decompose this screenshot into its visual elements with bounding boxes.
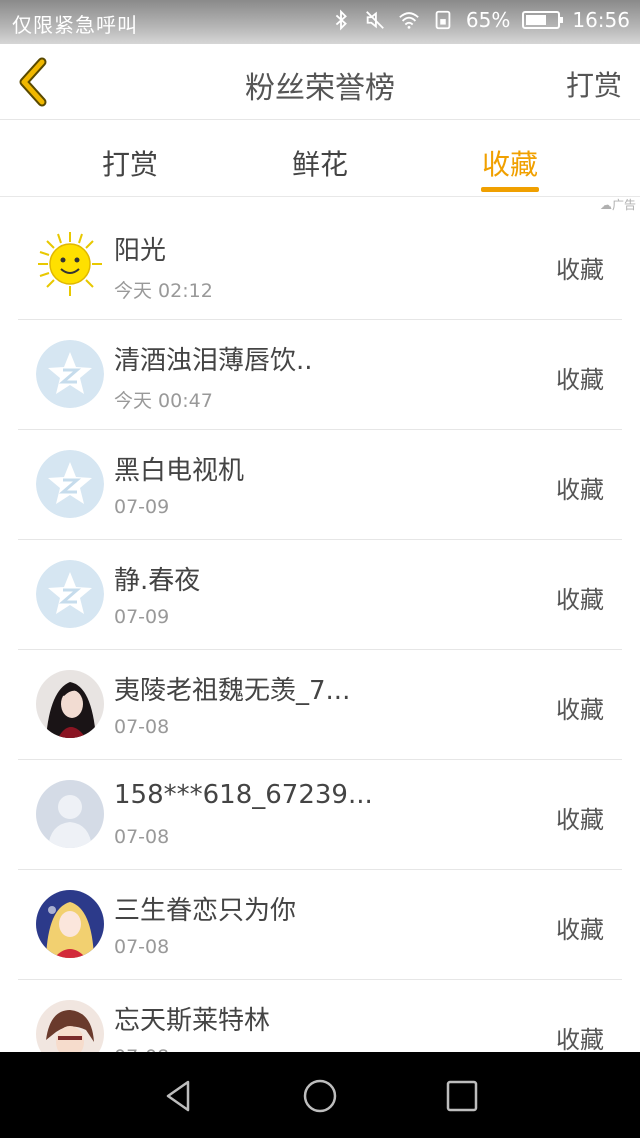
clock: 16:56: [572, 8, 630, 32]
tab-active-indicator: [481, 187, 539, 192]
favorite-time: 07-08: [114, 826, 170, 848]
list-item[interactable]: 清酒浊泪薄唇饮.. 今天 00:47 收藏: [18, 320, 622, 430]
user-name: 黑白电视机: [114, 456, 245, 486]
bluetooth-icon: [335, 9, 347, 31]
row-action-label: 收藏: [556, 366, 604, 394]
default-star-avatar: [36, 560, 104, 628]
list-item[interactable]: 阳光 今天 02:12 收藏: [18, 210, 622, 320]
person-placeholder-avatar: [36, 780, 104, 848]
user-name: 清酒浊泪薄唇饮..: [114, 346, 313, 376]
list-item[interactable]: 忘天斯莱特林 07-08 收藏: [18, 980, 622, 1052]
reward-button[interactable]: 打赏: [566, 64, 622, 104]
row-action-label: 收藏: [556, 696, 604, 724]
favorite-time: 07-08: [114, 716, 170, 738]
fan-list: 阳光 今天 02:12 收藏 清酒浊泪薄唇饮.. 今天 00:47 收藏 黑白电…: [18, 210, 622, 1052]
row-action-label: 收藏: [556, 256, 604, 284]
list-item[interactable]: 三生眷恋只为你 07-08 收藏: [18, 870, 622, 980]
row-action-label: 收藏: [556, 1026, 604, 1052]
status-bar: 仅限紧急呼叫 65% 16:56: [0, 0, 640, 44]
home-circle-icon[interactable]: [300, 1076, 340, 1116]
system-nav-bar: [0, 1052, 640, 1138]
user-name: 静.春夜: [114, 566, 201, 596]
favorite-time: 07-08: [114, 936, 170, 958]
user-name: 三生眷恋只为你: [114, 896, 297, 926]
favorite-time: 07-09: [114, 606, 170, 628]
anime-dark-avatar: [36, 670, 104, 738]
page-title: 粉丝荣誉榜: [245, 71, 395, 106]
default-star-avatar: [36, 340, 104, 408]
user-name: 158***618_67239...: [114, 780, 373, 810]
row-action-label: 收藏: [556, 916, 604, 944]
row-action-label: 收藏: [556, 586, 604, 614]
recents-square-icon[interactable]: [442, 1076, 482, 1116]
carrier-text: 仅限紧急呼叫: [12, 13, 138, 37]
anime-boy-avatar: [36, 1000, 104, 1052]
wifi-icon: [399, 12, 419, 29]
row-action-label: 收藏: [556, 476, 604, 504]
row-action-label: 收藏: [556, 806, 604, 834]
user-name: 阳光: [114, 236, 167, 266]
user-name: 忘天斯莱特林: [114, 1006, 271, 1036]
list-item[interactable]: 黑白电视机 07-09 收藏: [18, 430, 622, 540]
user-name: 夷陵老祖魏无羡_7...: [114, 676, 351, 706]
sim-icon: [435, 10, 451, 30]
status-icons: 65% 16:56: [330, 8, 630, 32]
tab-bar: 打赏 鲜花 收藏: [0, 121, 640, 197]
anime-girl-avatar: [36, 890, 104, 958]
app-header: 粉丝荣誉榜 打赏: [0, 44, 640, 120]
tab-reward[interactable]: 打赏: [70, 143, 190, 183]
list-item[interactable]: 夷陵老祖魏无羡_7... 07-08 收藏: [18, 650, 622, 760]
list-item[interactable]: 158***618_67239... 07-08 收藏: [18, 760, 622, 870]
sun-avatar: [36, 230, 104, 298]
mute-icon: [366, 11, 384, 29]
back-triangle-icon[interactable]: [158, 1076, 198, 1116]
default-star-avatar: [36, 450, 104, 518]
favorite-time: 今天 02:12: [114, 280, 213, 302]
tab-favorites[interactable]: 收藏: [450, 143, 570, 183]
battery-icon: [522, 11, 564, 29]
tab-flowers[interactable]: 鲜花: [260, 143, 380, 183]
favorite-time: 07-09: [114, 496, 170, 518]
favorite-time: 今天 00:47: [114, 390, 213, 412]
battery-percent: 65%: [465, 8, 511, 32]
list-item[interactable]: 静.春夜 07-09 收藏: [18, 540, 622, 650]
